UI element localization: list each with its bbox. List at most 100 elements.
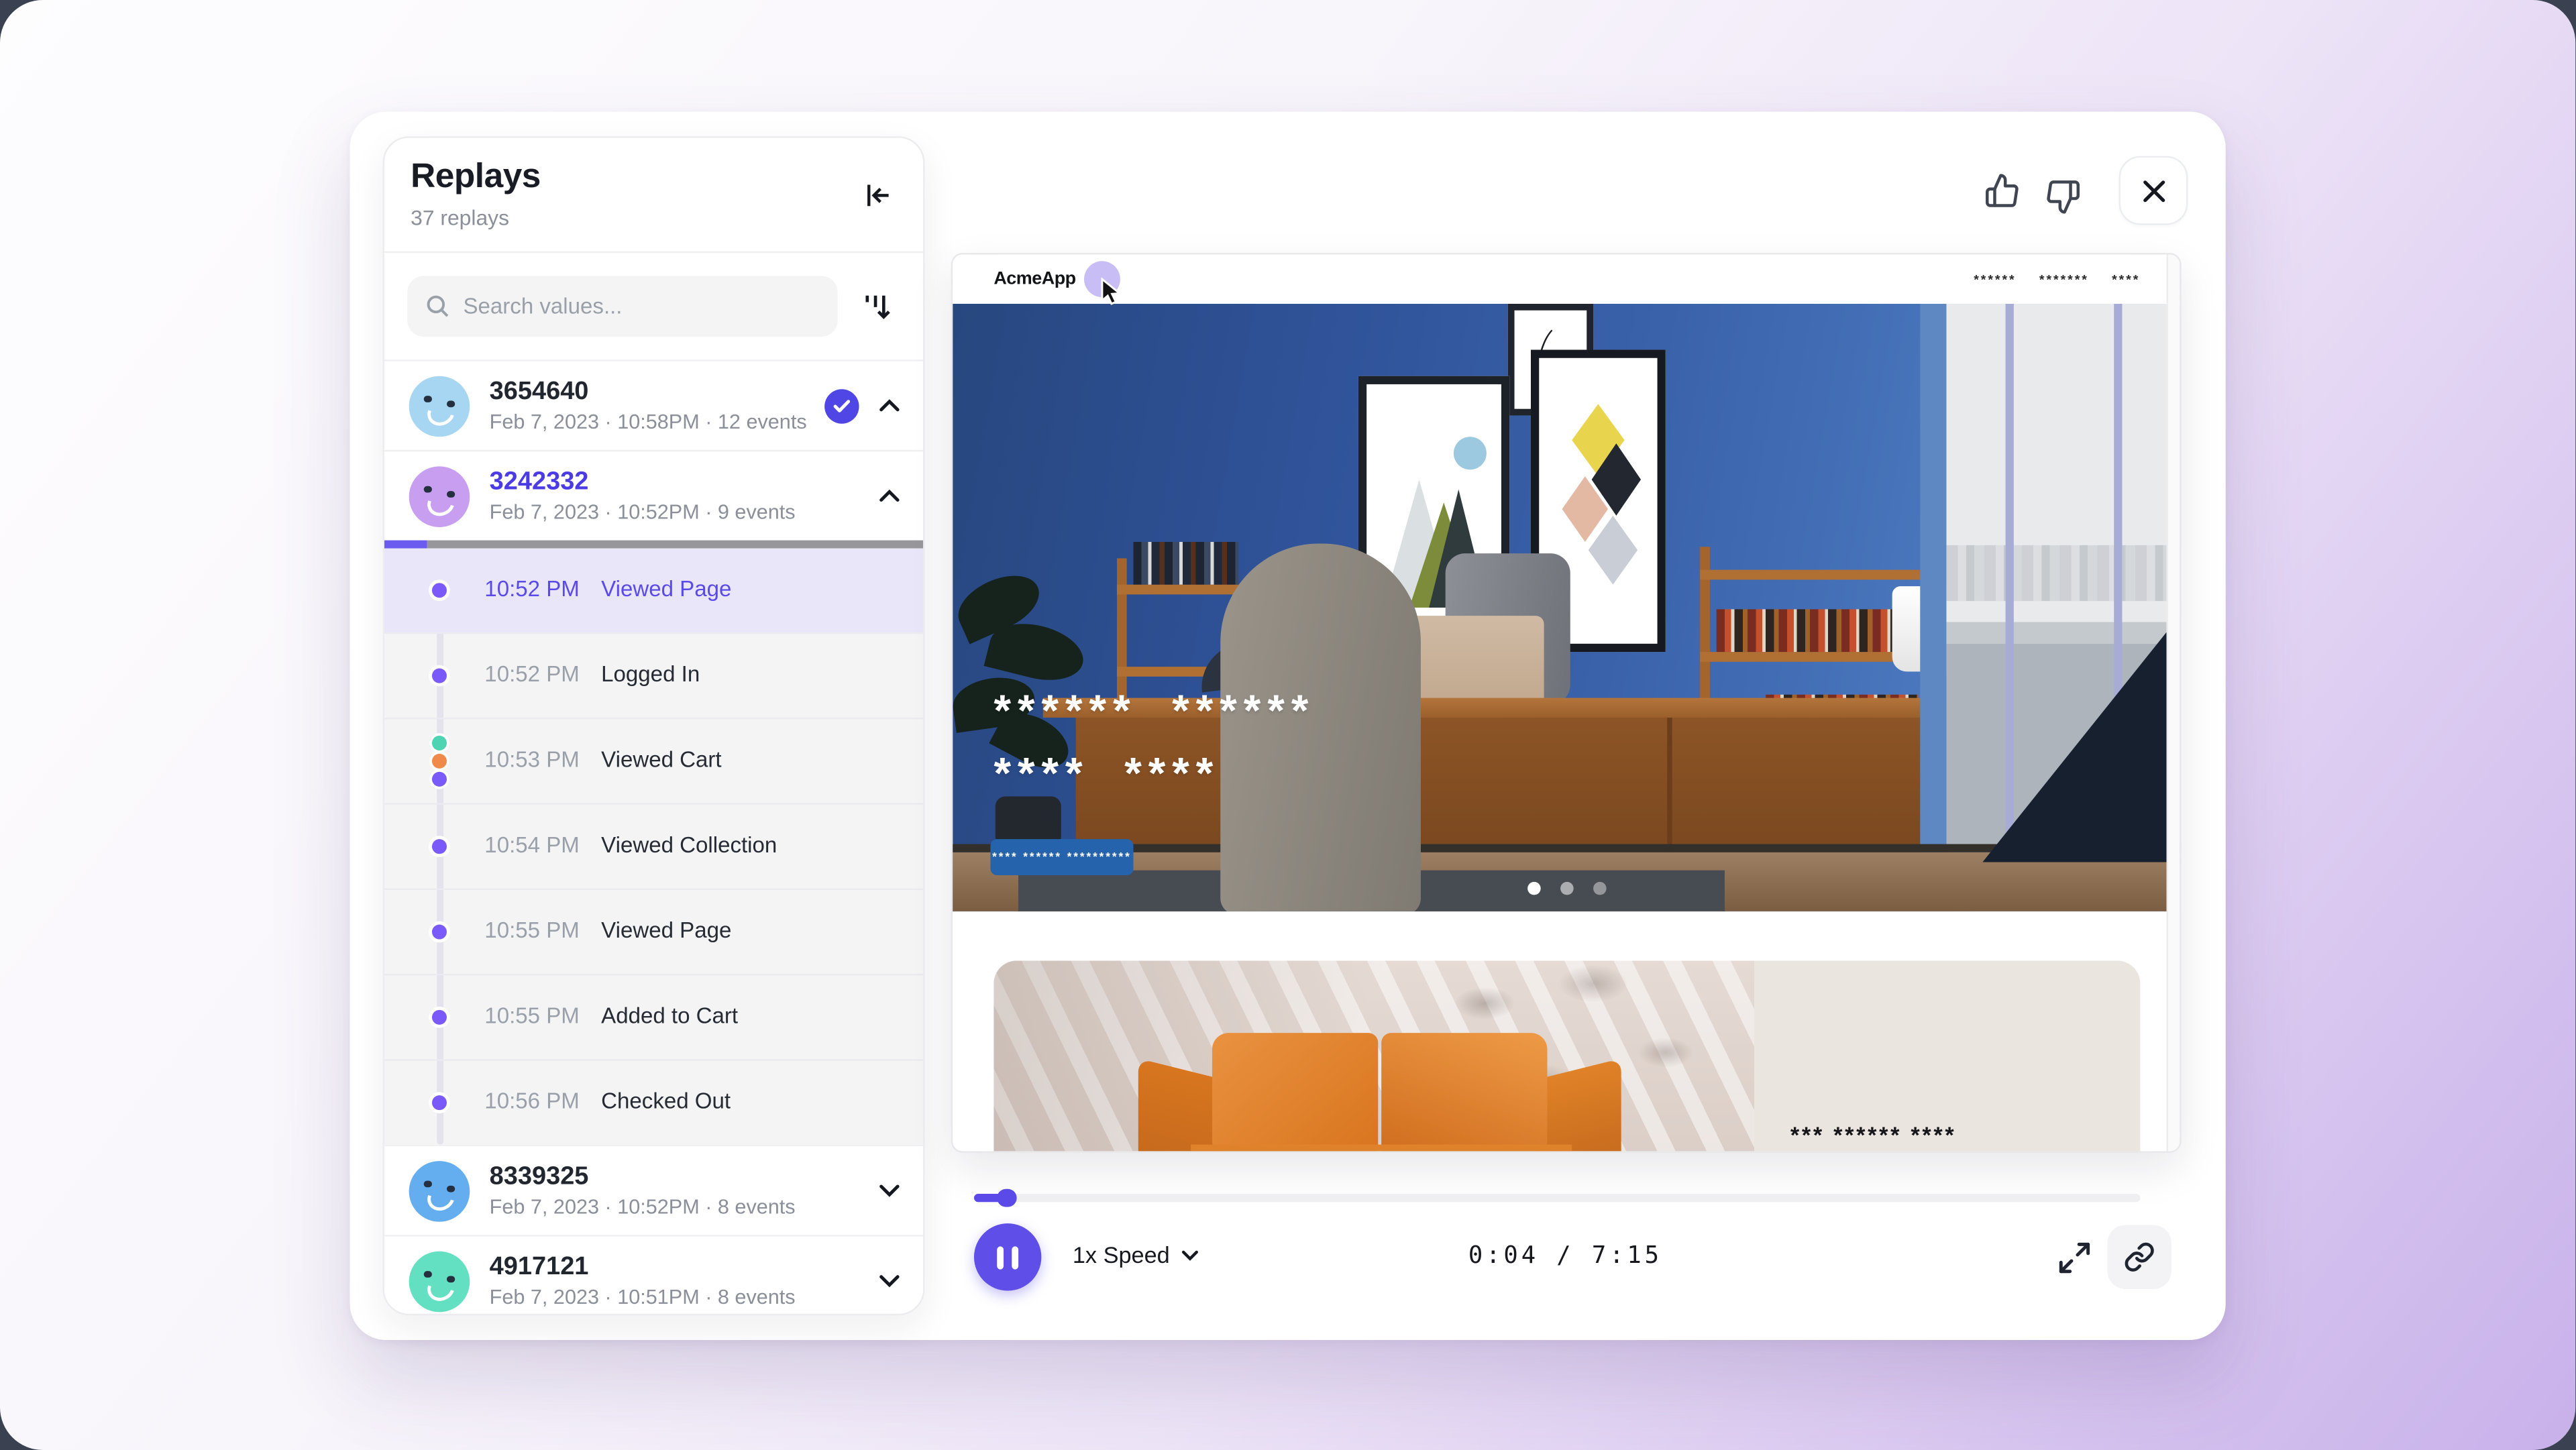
- search-placeholder: Search values...: [463, 294, 622, 319]
- page-title: Replays: [411, 158, 541, 197]
- replayed-hero-scene: ****** ****** **** **** **** ****** ****…: [953, 304, 2180, 911]
- replayed-promo-section: *** ****** ****: [994, 960, 2140, 1151]
- thumbs-up-button[interactable]: [1984, 172, 2021, 209]
- replayed-nav-masked: ****** ******* ****: [1974, 272, 2140, 286]
- event-label: Viewed Collection: [601, 832, 777, 857]
- expand-icon: [2057, 1240, 2093, 1276]
- total-duration: 7:15: [1592, 1243, 1662, 1270]
- session-watch-progress-track: [427, 541, 923, 549]
- event-label: Viewed Page: [601, 576, 731, 601]
- session-id: 8339325: [490, 1161, 796, 1192]
- carousel-dot: [1560, 882, 1573, 895]
- thumbs-down-icon: [2045, 179, 2081, 215]
- thumbs-up-icon: [1984, 172, 2021, 209]
- watched-check-badge: [824, 388, 859, 423]
- event-row[interactable]: 10:52 PM Logged In: [384, 634, 923, 719]
- event-label: Checked Out: [601, 1089, 731, 1113]
- session-row-actions: [877, 1179, 900, 1202]
- close-icon: [2141, 178, 2166, 203]
- promo-text-panel: *** ****** ****: [1754, 960, 2140, 1151]
- playback-progress-bar[interactable]: [974, 1194, 2140, 1201]
- search-input[interactable]: Search values...: [407, 276, 838, 337]
- masked-promo-text: *** ****** ****: [1790, 1121, 1957, 1148]
- session-text: 4917121 Feb 7, 2023 · 10:51PM · 8 events: [490, 1251, 796, 1310]
- event-time: 10:55 PM: [484, 1003, 580, 1028]
- session-text: 8339325 Feb 7, 2023 · 10:52PM · 8 events: [490, 1161, 796, 1220]
- session-meta: Feb 7, 2023 · 10:58PM · 12 events: [490, 409, 807, 435]
- event-dot: [432, 925, 447, 940]
- session-row[interactable]: 3654640 Feb 7, 2023 · 10:58PM · 12 event…: [384, 359, 923, 450]
- session-watch-progress-fill: [384, 541, 427, 549]
- event-label: Viewed Cart: [601, 747, 721, 772]
- masked-nav-item: ******: [1974, 272, 2016, 286]
- pause-button[interactable]: [974, 1223, 1041, 1290]
- session-meta: Feb 7, 2023 · 10:52PM · 9 events: [490, 499, 796, 525]
- replayed-site-logo: AcmeApp: [994, 270, 1075, 289]
- event-label: Added to Cart: [601, 1003, 738, 1028]
- event-dot: [432, 583, 447, 598]
- replay-count: 37 replays: [411, 205, 509, 230]
- event-row[interactable]: 10:56 PM Checked Out: [384, 1061, 923, 1145]
- event-time: 10:55 PM: [484, 918, 580, 943]
- link-icon: [2124, 1241, 2155, 1273]
- event-time: 10:53 PM: [484, 747, 580, 772]
- session-row-selected[interactable]: 3242332 Feb 7, 2023 · 10:52PM · 9 events: [384, 450, 923, 541]
- session-row[interactable]: 4917121 Feb 7, 2023 · 10:51PM · 8 events: [384, 1235, 923, 1315]
- thumbs-down-button[interactable]: [2045, 179, 2081, 215]
- event-row[interactable]: 10:55 PM Added to Cart: [384, 975, 923, 1060]
- session-watch-progress: [384, 541, 923, 549]
- event-time: 10:54 PM: [484, 832, 580, 857]
- replay-viewport: AcmeApp ****** ******* ****: [953, 255, 2180, 1152]
- feedback-bar: [1984, 158, 2188, 223]
- event-row[interactable]: 10:55 PM Viewed Page: [384, 890, 923, 975]
- event-dot: [432, 1010, 447, 1025]
- expand-button[interactable]: [2055, 1238, 2094, 1278]
- event-list: 10:52 PM Viewed Page 10:52 PM Logged In …: [384, 549, 923, 1145]
- event-label: Logged In: [601, 662, 700, 687]
- replayed-page-scrollbar: [2167, 255, 2180, 1152]
- session-row[interactable]: 8339325 Feb 7, 2023 · 10:52PM · 8 events: [384, 1145, 923, 1235]
- event-dot: [432, 1095, 447, 1110]
- chevron-down-icon[interactable]: [877, 1179, 900, 1202]
- session-row-actions: [877, 1270, 900, 1292]
- event-dot: [432, 669, 447, 683]
- replays-sidebar: Replays 37 replays Search values...: [383, 136, 925, 1315]
- search-icon: [425, 294, 450, 319]
- event-time: 10:52 PM: [484, 576, 580, 601]
- event-row[interactable]: 10:54 PM Viewed Collection: [384, 805, 923, 890]
- masked-nav-item: ****: [2112, 272, 2140, 286]
- event-row-active[interactable]: 10:52 PM Viewed Page: [384, 549, 923, 634]
- event-label: Viewed Page: [601, 918, 731, 943]
- session-id: 4917121: [490, 1251, 796, 1283]
- session-meta: Feb 7, 2023 · 10:51PM · 8 events: [490, 1284, 796, 1310]
- sidebar-header: Replays 37 replays: [384, 138, 923, 253]
- event-time: 10:52 PM: [484, 662, 580, 687]
- sort-button[interactable]: [851, 282, 900, 331]
- session-avatar: [409, 1251, 470, 1312]
- speed-label: 1x Speed: [1073, 1241, 1170, 1268]
- session-avatar: [409, 465, 470, 526]
- session-row-actions: [877, 484, 900, 507]
- session-text: 3242332 Feb 7, 2023 · 10:52PM · 9 events: [490, 466, 796, 525]
- event-dot-teal: [432, 736, 447, 750]
- event-dot-orange: [432, 754, 447, 769]
- chevron-down-icon[interactable]: [877, 1270, 900, 1292]
- current-time: 0:04: [1468, 1243, 1539, 1270]
- speed-selector[interactable]: 1x Speed: [1073, 1241, 1199, 1268]
- carousel-dot: [1593, 882, 1606, 895]
- collapse-sidebar-button[interactable]: [857, 174, 900, 217]
- search-row: Search values...: [384, 253, 923, 359]
- session-id: 3654640: [490, 376, 807, 408]
- playback-progress-handle[interactable]: [997, 1188, 1016, 1207]
- cursor-icon: [1100, 278, 1122, 307]
- chevron-up-icon[interactable]: [877, 484, 900, 507]
- close-button[interactable]: [2119, 156, 2188, 225]
- copy-link-button[interactable]: [2107, 1225, 2171, 1289]
- carousel-dots: [1527, 882, 1606, 895]
- chevron-up-icon[interactable]: [877, 394, 900, 417]
- event-row[interactable]: 10:53 PM Viewed Cart: [384, 719, 923, 804]
- chevron-down-icon: [1181, 1249, 1199, 1260]
- collapse-left-icon: [864, 182, 894, 209]
- masked-hero-heading-line1: ****** ******: [994, 686, 1315, 737]
- session-avatar: [409, 1160, 470, 1221]
